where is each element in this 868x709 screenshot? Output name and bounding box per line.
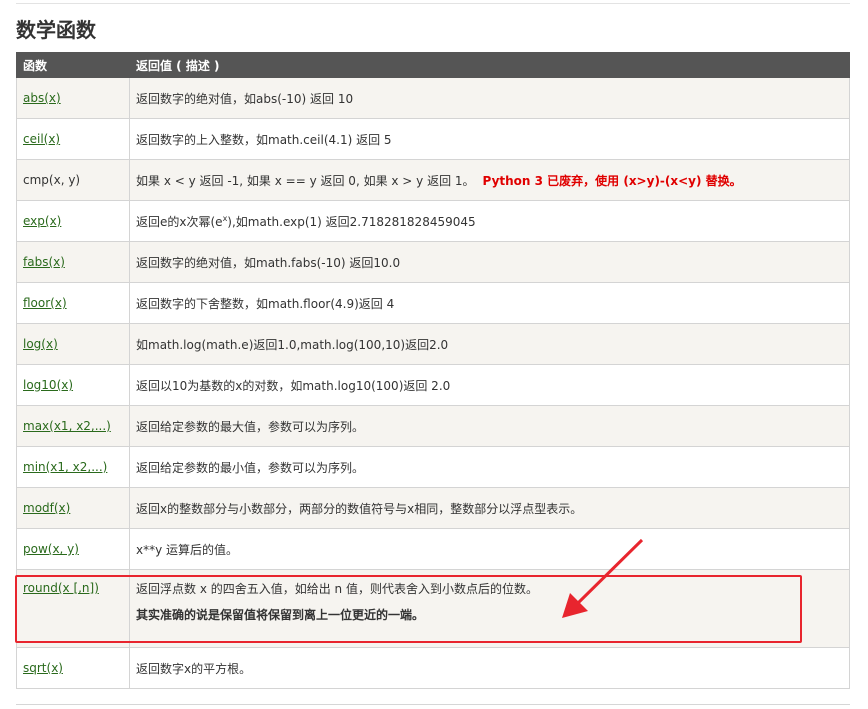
annotation-arrow-icon: [562, 538, 644, 618]
bottom-divider: [16, 704, 850, 705]
